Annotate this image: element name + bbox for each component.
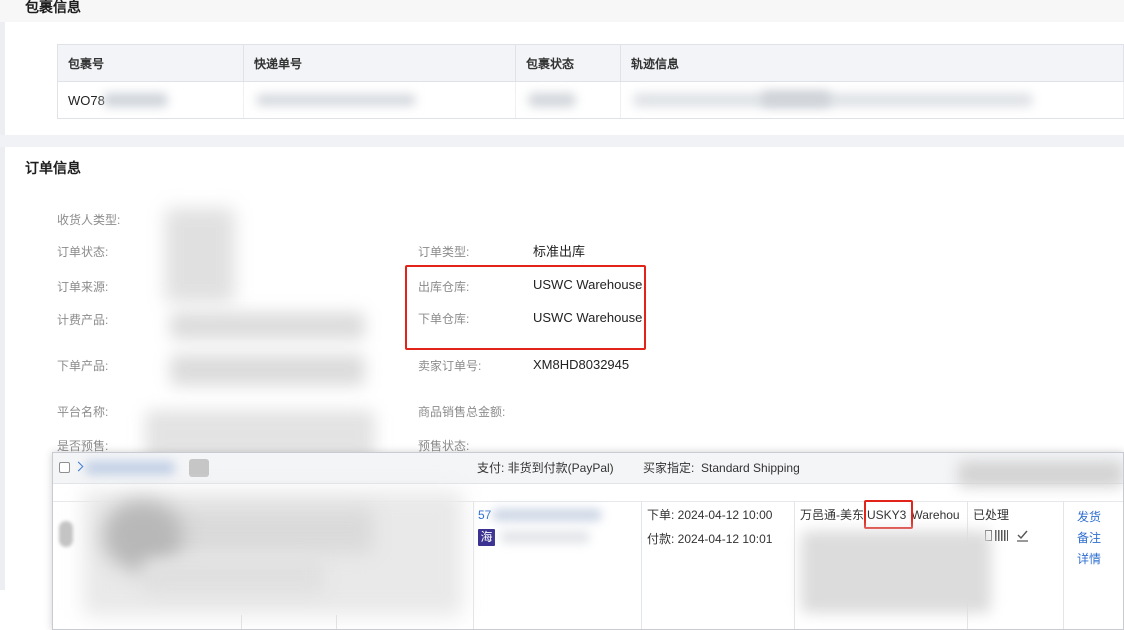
order-no-link[interactable]: 57 — [478, 507, 491, 523]
order-status: 已处理 — [973, 508, 1010, 522]
remark-link[interactable]: 备注 — [1077, 528, 1101, 549]
redacted-blur — [170, 312, 365, 340]
field-label-order-type: 订单类型: — [418, 245, 470, 259]
redacted-blur — [143, 558, 323, 593]
field-label-order-product: 下单产品: — [57, 359, 109, 373]
field-label-consignee-type: 收货人类型: — [57, 213, 121, 227]
tag-icon — [189, 459, 209, 477]
redacted-blur — [492, 509, 602, 521]
redacted-blur — [59, 521, 73, 547]
field-label-billing-product: 计费产品: — [57, 313, 109, 327]
column-header-package-status: 包裹状态 — [516, 45, 621, 81]
tracking-no-cell — [244, 82, 516, 118]
redacted-blur — [958, 461, 1123, 487]
actions-cell: 发货 备注 详情 — [1063, 501, 1123, 629]
order-section-title: 订单信息 — [25, 160, 81, 176]
section-divider — [0, 135, 1124, 147]
warehouse-name-text: 万邑通-美东 USKY3 Warehou — [800, 507, 960, 523]
package-table: 包裹号 快递单号 包裹状态 轨迹信息 WO78 — [57, 44, 1124, 119]
field-label-order-source: 订单来源: — [57, 280, 109, 294]
redacted-blur — [103, 93, 168, 107]
redacted-blur — [500, 531, 590, 543]
action-links: 发货 备注 详情 — [1077, 507, 1101, 570]
order-no-cell: 57 海 — [473, 501, 641, 629]
field-value-seller-order-no: XM8HD8032945 — [533, 357, 630, 372]
page-top-band — [0, 0, 1124, 22]
order-time-cell: 下单: 2024-04-12 10:00 付款: 2024-04-12 10:0… — [641, 501, 794, 629]
column-divider — [336, 615, 337, 629]
table-row: WO78 — [58, 82, 1124, 118]
package-status-cell — [516, 82, 621, 118]
buyer-shipping-method: 买家指定: Standard Shipping — [643, 461, 800, 475]
field-label-platform-name: 平台名称: — [57, 405, 109, 419]
package-table-header: 包裹号 快递单号 包裹状态 轨迹信息 — [58, 45, 1124, 82]
redacted-blur — [801, 531, 991, 613]
redacted-blur — [165, 208, 235, 303]
warehouse-code-highlight: USKY3 — [867, 508, 907, 522]
signature-icon[interactable] — [1016, 529, 1029, 542]
field-value-order-type: 标准出库 — [533, 244, 586, 259]
warehouse-suffix: Warehou — [911, 508, 960, 522]
package-no: WO78 — [68, 92, 105, 108]
redacted-blur — [256, 94, 416, 106]
channel-badge: 海 — [478, 529, 495, 546]
column-header-tracking-info: 轨迹信息 — [621, 45, 1124, 81]
detail-link[interactable]: 详情 — [1077, 549, 1101, 570]
package-section-title: 包裹信息 — [25, 0, 81, 15]
redacted-blur — [85, 461, 175, 475]
warehouse-prefix: 万邑通-美东 — [800, 508, 864, 522]
order-list-panel: 支付: 非货到付款(PayPal) 买家指定: Standard Shippin… — [52, 452, 1124, 630]
redacted-blur — [528, 93, 576, 107]
placed-time: 下单: 2024-04-12 10:00 — [647, 508, 773, 522]
column-divider — [241, 615, 242, 629]
redacted-blur — [633, 93, 1033, 107]
field-label-seller-order-no: 卖家订单号: — [418, 359, 482, 373]
warehouse-highlight-box — [405, 265, 646, 350]
checkbox-icon[interactable] — [59, 462, 70, 473]
page-left-strip — [0, 22, 5, 590]
column-header-tracking-no: 快递单号 — [244, 45, 516, 81]
redacted-blur — [761, 91, 831, 107]
redacted-blur — [170, 354, 365, 386]
column-header-package-no: 包裹号 — [58, 45, 244, 81]
package-no-cell: WO78 — [58, 82, 244, 118]
field-label-total-sales-amount: 商品销售总金额: — [418, 405, 506, 419]
warehouse-name: 万邑通-美东 USKY3 Warehou — [800, 498, 966, 532]
ship-link[interactable]: 发货 — [1077, 507, 1101, 528]
barcode-icon[interactable] — [995, 530, 1008, 541]
payment-method: 支付: 非货到付款(PayPal) — [477, 461, 614, 475]
field-label-order-status: 订单状态: — [57, 245, 109, 259]
redacted-blur — [145, 410, 375, 458]
tracking-info-cell — [621, 82, 1124, 118]
paid-time: 付款: 2024-04-12 10:01 — [647, 532, 773, 546]
